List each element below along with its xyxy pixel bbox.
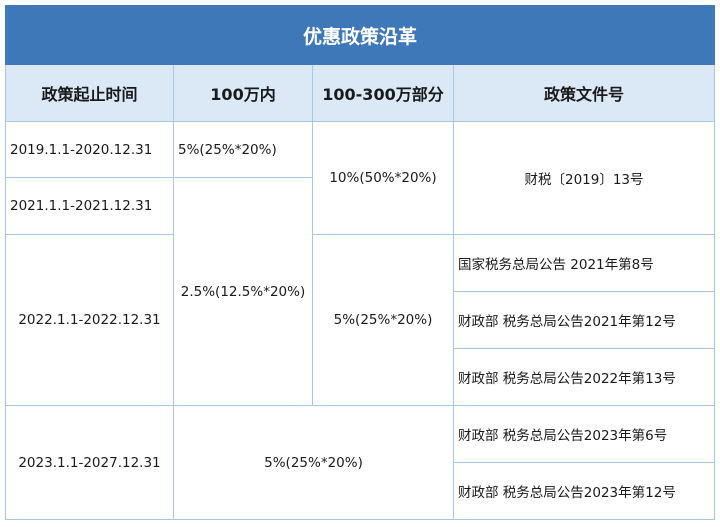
- table-title: 优惠政策沿革: [4, 5, 716, 65]
- header-doc-no: 政策文件号: [452, 64, 716, 122]
- policy-table-container: 优惠政策沿革 政策起止时间 100万内 100-300万部分 政策文件号 201…: [0, 0, 720, 527]
- doc-cell-2021-12: 财政部 税务总局公告2021年第12号: [452, 291, 716, 349]
- period-cell-2019: 2019.1.1-2020.12.31: [5, 121, 174, 178]
- table-row: 2022.1.1-2022.12.31 5%(25%*20%) 国家税务总局公告…: [5, 234, 716, 406]
- rate-cell-2021-2022-under-1m: 2.5%(12.5%*20%): [173, 177, 313, 406]
- period-cell-2022: 2022.1.1-2022.12.31: [5, 234, 174, 406]
- policy-history-table: 优惠政策沿革 政策起止时间 100万内 100-300万部分 政策文件号 201…: [4, 5, 716, 520]
- doc-cell-2022-13: 财政部 税务总局公告2022年第13号: [452, 348, 716, 406]
- rate-cell-2022-range: 5%(25%*20%): [312, 234, 454, 406]
- period-cell-2021: 2021.1.1-2021.12.31: [5, 177, 174, 235]
- doc-cell-2023-12: 财政部 税务总局公告2023年第12号: [452, 462, 716, 520]
- table-row: 2023.1.1-2027.12.31 5%(25%*20%) 财政部 税务总局…: [5, 405, 716, 520]
- doc-cell-2023-6: 财政部 税务总局公告2023年第6号: [452, 405, 716, 463]
- title-row: 优惠政策沿革: [4, 5, 716, 65]
- header-row: 政策起止时间 100万内 100-300万部分 政策文件号: [5, 64, 716, 122]
- rate-cell-2023-all: 5%(25%*20%): [173, 405, 454, 520]
- header-period: 政策起止时间: [5, 64, 174, 122]
- table-row: 2019.1.1-2020.12.31 5%(25%*20%) 10%(50%*…: [5, 121, 716, 235]
- period-cell-2023: 2023.1.1-2027.12.31: [5, 405, 174, 520]
- doc-cell-2021-8: 国家税务总局公告 2021年第8号: [452, 234, 716, 292]
- header-range-1m-3m: 100-300万部分: [312, 64, 454, 122]
- rate-cell-2019-2021-range: 10%(50%*20%): [312, 121, 454, 235]
- header-under-1m: 100万内: [173, 64, 313, 122]
- rate-cell-2019-under-1m: 5%(25%*20%): [173, 121, 313, 178]
- doc-cell-2019: 财税〔2019〕13号: [452, 121, 716, 235]
